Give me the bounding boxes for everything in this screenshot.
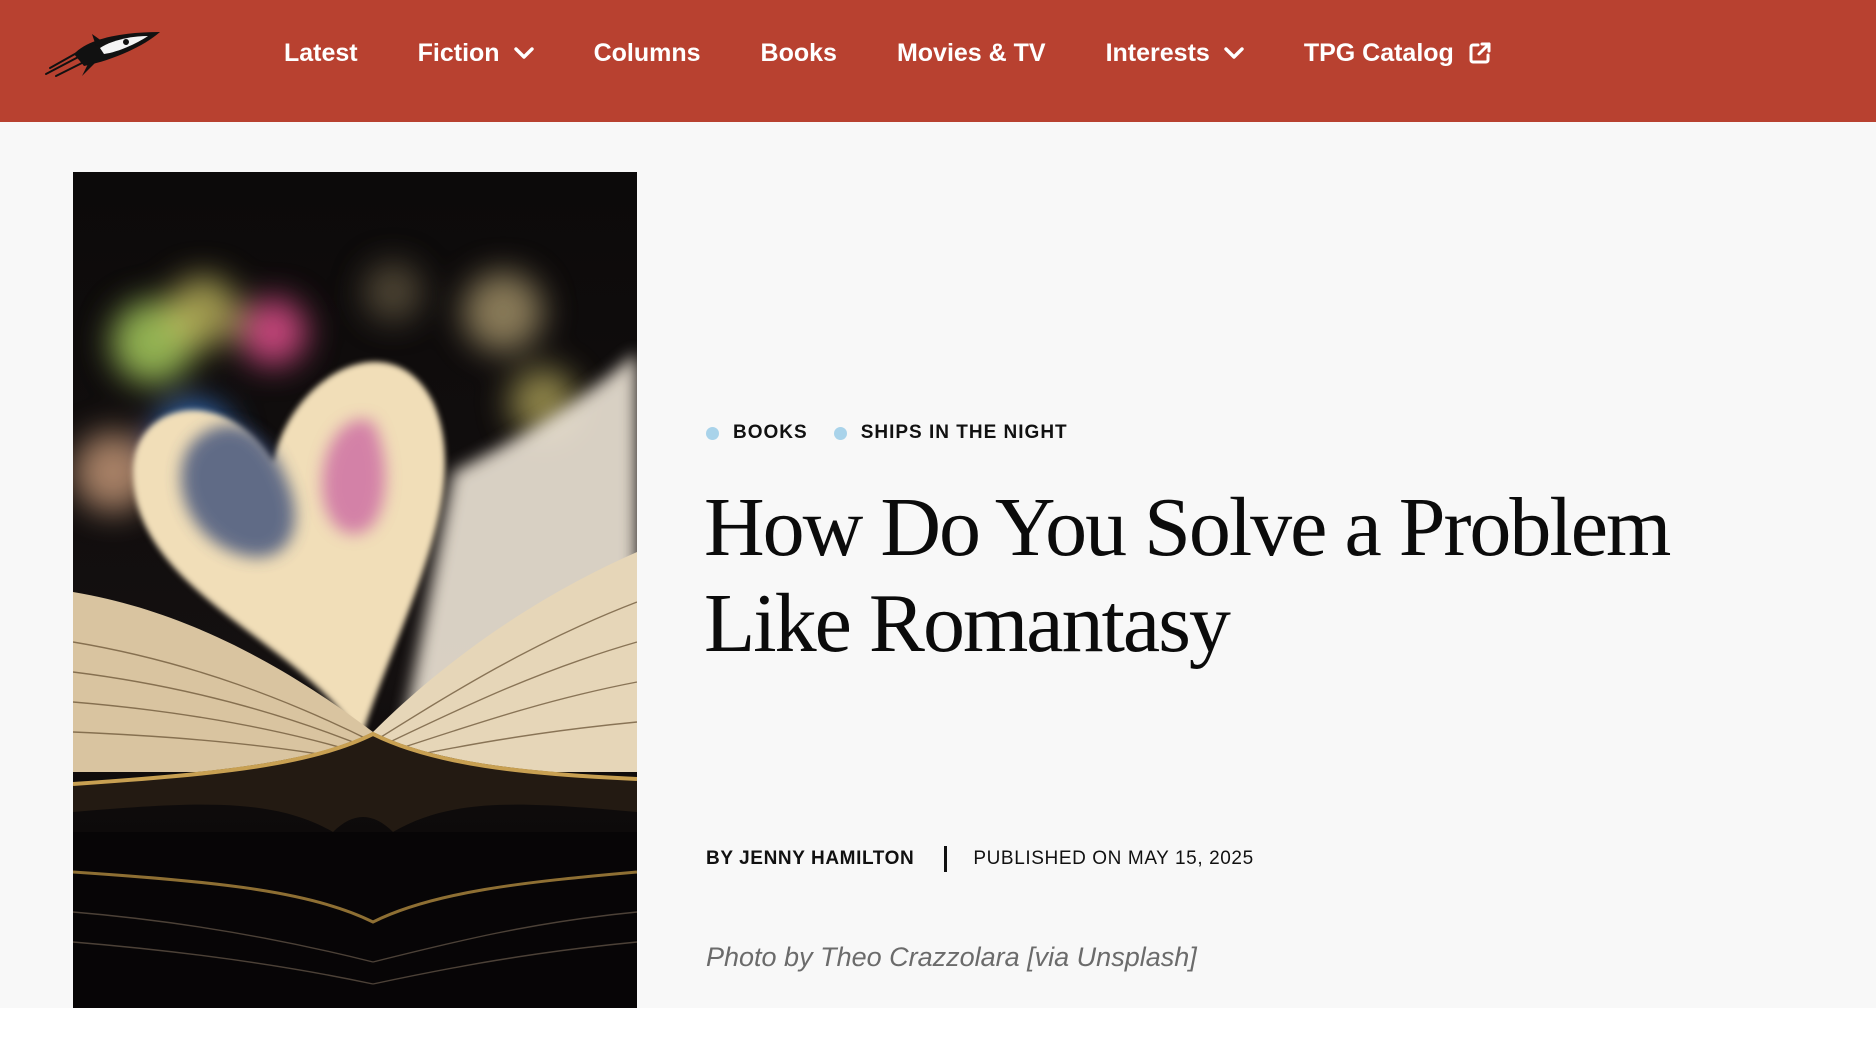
tag-label: BOOKS	[733, 422, 808, 443]
byline-divider	[944, 846, 948, 872]
nav-tpg-catalog[interactable]: TPG Catalog	[1304, 39, 1492, 68]
tag-dot-icon	[833, 426, 847, 440]
main-nav: Latest Fiction Columns Books Movies & TV…	[284, 0, 1552, 106]
nav-latest[interactable]: Latest	[284, 39, 358, 68]
tag-ships-in-the-night[interactable]: SHIPS IN THE NIGHT	[833, 422, 1068, 444]
nav-movies-tv-label: Movies & TV	[896, 38, 1046, 67]
nav-fiction[interactable]: Fiction	[418, 39, 534, 68]
article-tags: BOOKS SHIPS IN THE NIGHT	[706, 422, 1094, 444]
article-title: How Do You Solve a Problem Like Romantas…	[704, 481, 1671, 670]
nav-fiction-label: Fiction	[417, 38, 500, 67]
site-header: Latest Fiction Columns Books Movies & TV…	[0, 0, 1876, 122]
nav-books-label: Books	[760, 38, 837, 67]
author-link[interactable]: BY JENNY HAMILTON	[706, 848, 914, 870]
tag-books[interactable]: BOOKS	[706, 422, 808, 444]
nav-movies-tv[interactable]: Movies & TV	[897, 39, 1046, 68]
nav-interests-label: Interests	[1105, 38, 1210, 67]
photo-caption: Photo by Theo Crazzolara [via Unsplash]	[706, 942, 1197, 972]
tag-label: SHIPS IN THE NIGHT	[860, 422, 1068, 443]
nav-columns-label: Columns	[593, 38, 701, 67]
tag-dot-icon	[706, 426, 719, 440]
nav-tpg-catalog-label: TPG Catalog	[1303, 38, 1454, 67]
article-hero: BOOKS SHIPS IN THE NIGHT How Do You Solv…	[0, 122, 1876, 1008]
chevron-down-icon	[513, 47, 534, 59]
published-date: PUBLISHED ON MAY 15, 2025	[973, 848, 1254, 869]
hero-photo	[73, 172, 637, 1008]
article-byline: BY JENNY HAMILTON PUBLISHED ON MAY 15, 2…	[706, 846, 1254, 872]
nav-interests[interactable]: Interests	[1106, 39, 1244, 68]
nav-books[interactable]: Books	[761, 39, 837, 68]
external-link-icon	[1469, 42, 1491, 64]
nav-columns[interactable]: Columns	[594, 39, 701, 68]
rocket-ship-logo-icon[interactable]	[44, 24, 164, 80]
chevron-down-icon	[1224, 47, 1244, 59]
nav-latest-label: Latest	[284, 38, 358, 67]
